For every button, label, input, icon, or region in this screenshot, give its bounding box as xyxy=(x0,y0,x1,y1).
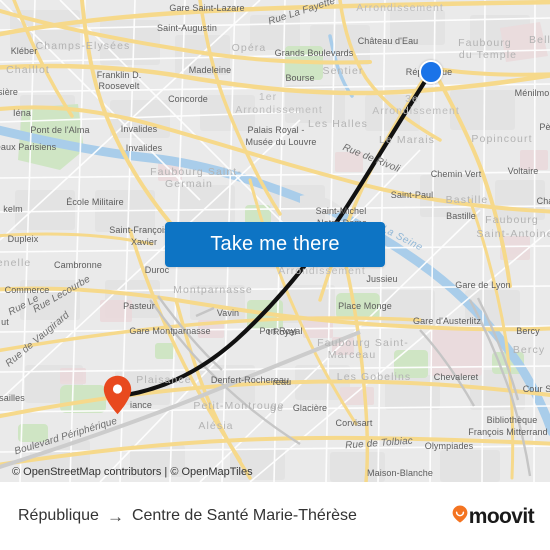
footer-bar: République → Centre de Santé Marie-Thérè… xyxy=(0,482,550,550)
moovit-teardrop-icon xyxy=(452,505,468,528)
take-me-there-label: Take me there xyxy=(210,233,340,255)
map-attribution: © OpenStreetMap contributors | © OpenMap… xyxy=(12,466,253,478)
origin-dot-icon[interactable] xyxy=(419,60,443,84)
origin-label: République xyxy=(18,507,99,524)
destination-label: Centre de Santé Marie-Thérèse xyxy=(131,507,357,524)
moovit-route-card: Gare Saint-Lazare Saint-Augustin Champs-El… xyxy=(0,0,550,550)
arrow-right-icon: → xyxy=(106,506,124,526)
moovit-logo[interactable]: moovit xyxy=(452,504,535,528)
moovit-wordmark: moovit xyxy=(468,504,535,528)
route-summary: République → Centre de Santé Marie-Thérè… xyxy=(18,507,357,525)
destination-pin-icon[interactable] xyxy=(103,375,132,415)
take-me-there-button[interactable]: Take me there xyxy=(165,222,385,267)
map-canvas[interactable]: Gare Saint-Lazare Saint-Augustin Champs-El… xyxy=(0,0,550,482)
